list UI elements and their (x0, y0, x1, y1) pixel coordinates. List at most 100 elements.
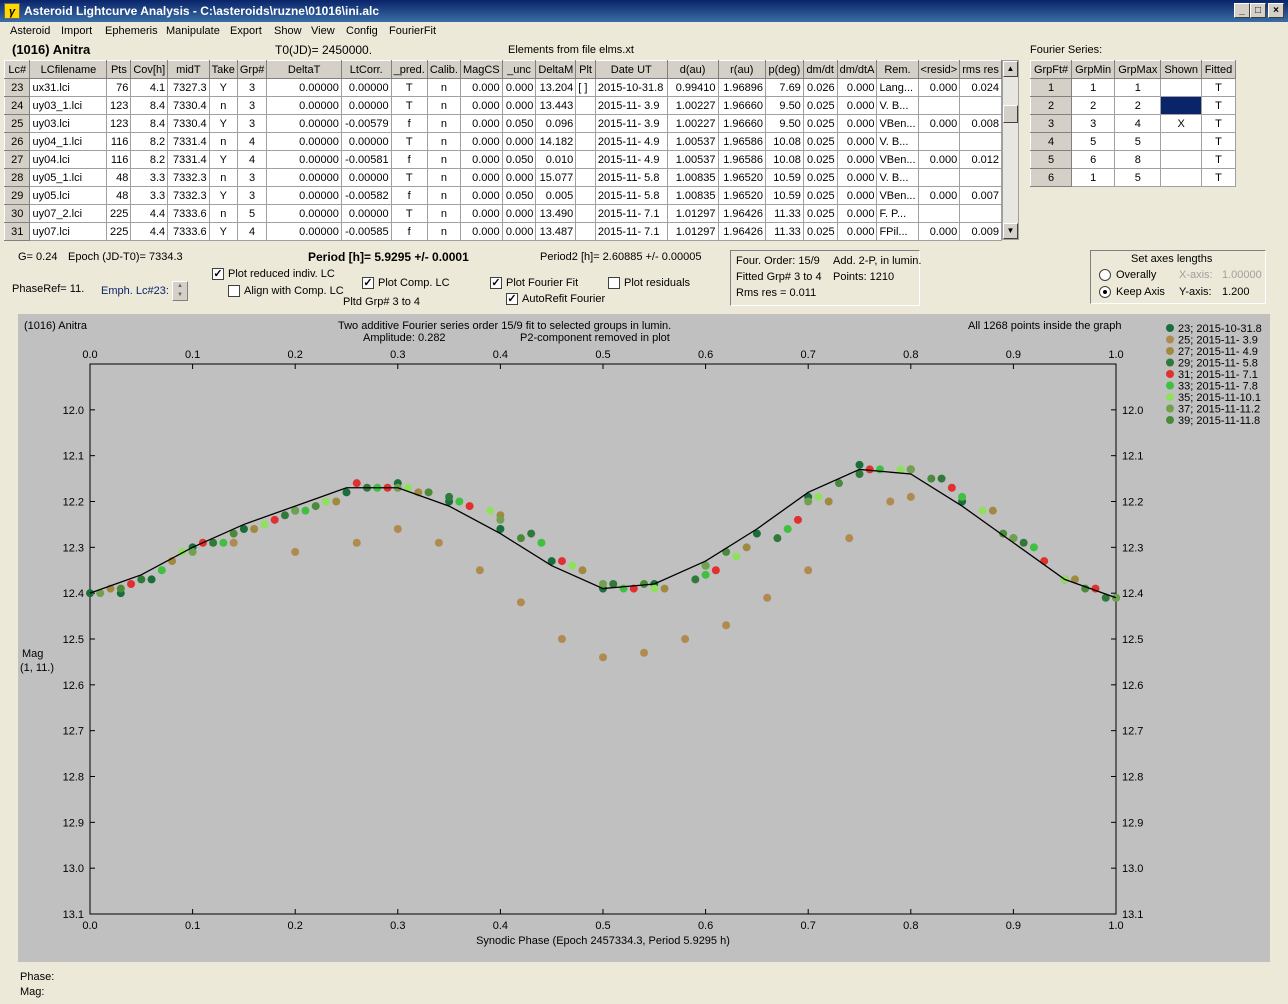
table-cell[interactable]: 0.007 (959, 186, 1002, 205)
table-cell[interactable]: 13.204 (535, 78, 577, 97)
table-cell[interactable]: n (426, 150, 461, 169)
table-cell[interactable]: 0.00000 (340, 78, 392, 97)
table-cell[interactable]: 0.000 (459, 132, 503, 151)
table-cell[interactable]: 7333.6 (167, 204, 210, 223)
table-cell[interactable]: 0.00000 (266, 186, 342, 205)
table-cell[interactable]: 8.4 (130, 114, 169, 133)
table-cell[interactable]: 0.010 (535, 150, 577, 169)
table-cell[interactable]: 7331.4 (167, 150, 210, 169)
table-cell[interactable]: Y (208, 78, 238, 97)
table-cell[interactable]: V. B... (876, 96, 919, 115)
row-header[interactable]: 25 (3, 114, 31, 133)
table-cell[interactable]: 1.00227 (666, 96, 719, 115)
table-cell[interactable]: 5 (236, 204, 268, 223)
table-cell[interactable]: ux31.lci (29, 78, 108, 97)
column-header[interactable]: Cov[h] (130, 60, 169, 79)
table-cell[interactable]: 0.00000 (340, 204, 392, 223)
column-header[interactable]: _pred. (390, 60, 428, 79)
scroll-thumb[interactable] (1003, 105, 1018, 123)
table-cell[interactable]: T (1200, 150, 1237, 169)
row-header[interactable]: 24 (3, 96, 31, 115)
table-cell[interactable]: -0.00582 (340, 186, 392, 205)
table-cell[interactable]: 0.00000 (266, 168, 342, 187)
table-cell[interactable]: 4 (236, 222, 268, 241)
table-cell[interactable]: T (1200, 96, 1237, 115)
table-cell[interactable]: 0.000 (836, 186, 878, 205)
table-cell[interactable]: 0.000 (836, 78, 878, 97)
table-cell[interactable]: 1.00227 (666, 114, 719, 133)
table-cell[interactable]: 14.182 (535, 132, 577, 151)
table-cell[interactable]: 1 (1071, 168, 1116, 187)
table-cell[interactable] (1160, 96, 1202, 115)
table-cell[interactable]: 0.00000 (266, 132, 342, 151)
autorefit-checkbox[interactable]: ✓ AutoRefit Fourier (506, 293, 605, 306)
table-cell[interactable]: T (1200, 114, 1237, 133)
table-cell[interactable]: 0.00000 (266, 78, 342, 97)
table-cell[interactable]: 2015-11- 5.8 (594, 168, 668, 187)
table-cell[interactable]: T (1200, 78, 1237, 97)
table-cell[interactable]: 1.00835 (666, 168, 719, 187)
row-header[interactable]: 6 (1029, 168, 1073, 187)
table-row[interactable]: 28 uy05_1.lci 48 3.3 7332.3 n 3 0.00000 0.00000 T… (3, 168, 1002, 187)
table-row[interactable]: 25 uy03.lci 123 8.4 7330.4 Y 3 0.00000 -0.00579 f… (3, 114, 1002, 133)
table-cell[interactable]: uy07_2.lci (29, 204, 108, 223)
table-cell[interactable]: 0.000 (501, 96, 537, 115)
table-cell[interactable]: 0.000 (836, 114, 878, 133)
table-cell[interactable]: n (426, 204, 461, 223)
table-cell[interactable]: 9.50 (765, 96, 804, 115)
table-cell[interactable] (575, 204, 596, 223)
menu-fourierfit[interactable]: FourierFit (389, 25, 436, 37)
table-cell[interactable]: 1.96660 (717, 114, 767, 133)
table-cell[interactable]: uy07.lci (29, 222, 108, 241)
table-cell[interactable]: 3.3 (130, 186, 169, 205)
table-cell[interactable] (959, 132, 1002, 151)
table-cell[interactable]: uy04.lci (29, 150, 108, 169)
table-cell[interactable] (917, 132, 961, 151)
table-cell[interactable]: f (390, 150, 428, 169)
column-header[interactable]: DeltaT (266, 60, 342, 79)
table-cell[interactable]: 48 (106, 168, 132, 187)
table-cell[interactable]: 4.1 (130, 78, 169, 97)
table-cell[interactable]: 1.96520 (717, 186, 767, 205)
table-cell[interactable]: uy05_1.lci (29, 168, 108, 187)
table-cell[interactable]: Lang... (876, 78, 919, 97)
table-cell[interactable] (1160, 168, 1202, 187)
table-cell[interactable]: 2015-11- 4.9 (594, 132, 668, 151)
row-header[interactable]: 5 (1029, 150, 1073, 169)
table-cell[interactable]: VBen... (876, 114, 919, 133)
table-cell[interactable]: 5 (1114, 132, 1162, 151)
table-cell[interactable] (575, 96, 596, 115)
table-cell[interactable]: 10.59 (765, 186, 804, 205)
table-row[interactable]: 111T (1029, 78, 1237, 97)
table-cell[interactable]: 1.96660 (717, 96, 767, 115)
column-header[interactable]: Plt (575, 60, 596, 79)
table-cell[interactable] (1160, 78, 1202, 97)
minimize-button[interactable]: _ (1234, 3, 1250, 18)
table-cell[interactable]: 4 (236, 150, 268, 169)
table-cell[interactable] (575, 114, 596, 133)
menu-asteroid[interactable]: Asteroid (10, 25, 50, 37)
table-cell[interactable]: 0.024 (959, 78, 1002, 97)
table-cell[interactable]: 1.01297 (666, 222, 719, 241)
table-cell[interactable]: 0.00000 (266, 150, 342, 169)
table-cell[interactable]: 0.025 (802, 186, 838, 205)
table-cell[interactable]: 0.000 (917, 222, 961, 241)
column-header[interactable]: r(au) (717, 60, 767, 79)
app-icon[interactable]: γ (4, 3, 20, 19)
table-cell[interactable]: T (390, 132, 428, 151)
table-cell[interactable]: 0.000 (836, 132, 878, 151)
table-cell[interactable]: 7330.4 (167, 114, 210, 133)
table-cell[interactable]: 2015-11- 4.9 (594, 150, 668, 169)
column-header[interactable]: Grp# (236, 60, 268, 79)
table-cell[interactable]: 7327.3 (167, 78, 210, 97)
table-cell[interactable]: 3.3 (130, 168, 169, 187)
table-row[interactable]: 31 uy07.lci 225 4.4 7333.6 Y 4 0.00000 -0.00585 f… (3, 222, 1002, 241)
column-header[interactable]: dm/dt (802, 60, 838, 79)
table-cell[interactable]: T (390, 96, 428, 115)
table-cell[interactable]: 0.000 (836, 96, 878, 115)
table-cell[interactable]: 10.59 (765, 168, 804, 187)
table-cell[interactable] (959, 168, 1002, 187)
table-cell[interactable]: 0.009 (959, 222, 1002, 241)
table-cell[interactable]: 1.96896 (717, 78, 767, 97)
table-cell[interactable]: 1 (1071, 78, 1116, 97)
